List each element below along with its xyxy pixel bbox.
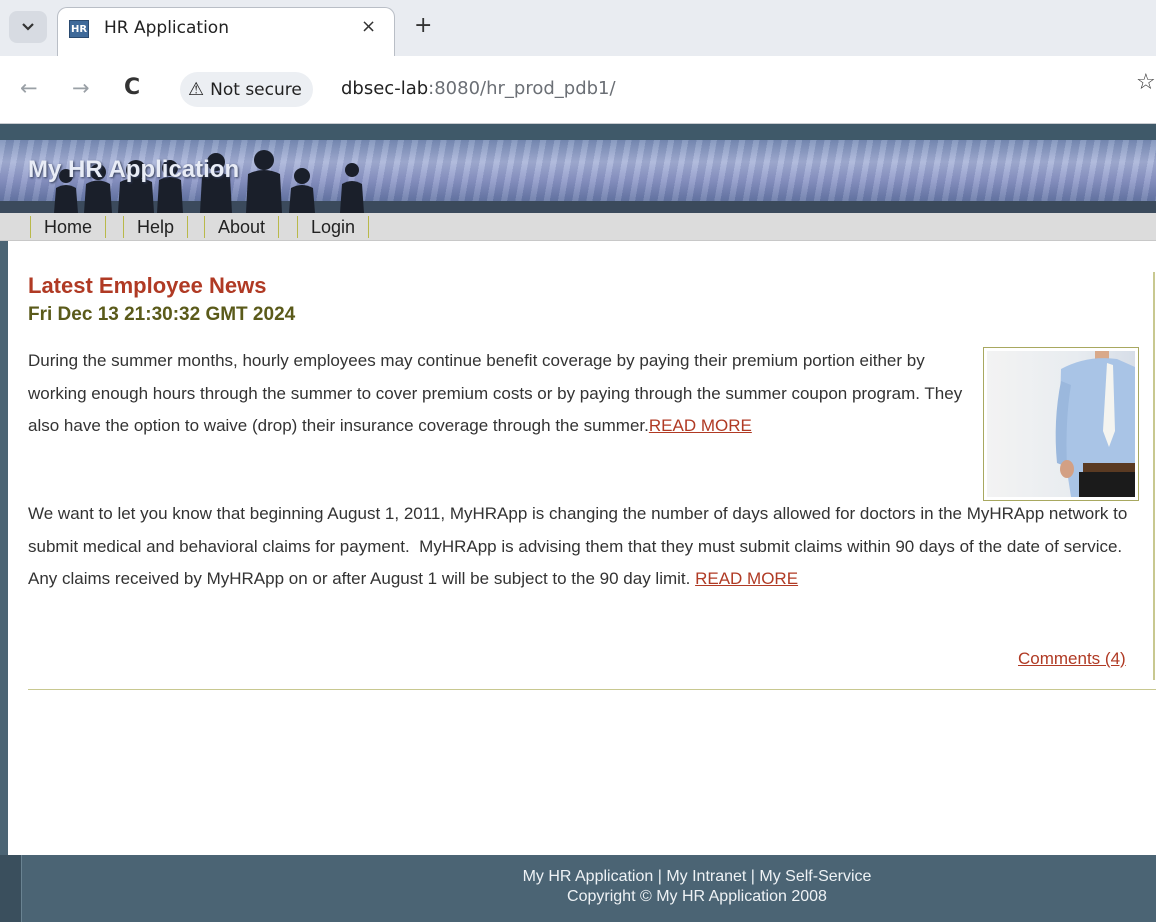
footer-copyright: Copyright © My HR Application 2008 (567, 888, 827, 905)
close-tab-icon[interactable]: × (361, 16, 376, 37)
new-tab-button[interactable]: + (414, 12, 432, 40)
hr-favicon-icon: HR (69, 20, 89, 38)
address-bar[interactable]: ⚠ Not secure dbsec-lab:8080/hr_prod_pdb1… (173, 66, 1156, 113)
tab-search-button[interactable] (9, 11, 47, 43)
security-label: Not secure (210, 79, 302, 100)
main-content: Latest Employee News Fri Dec 13 21:30:32… (8, 241, 1156, 855)
news-paragraph-2-text: We want to let you know that beginning A… (28, 504, 1133, 589)
news-paragraph-2: We want to let you know that beginning A… (28, 498, 1128, 596)
read-more-link-1[interactable]: READ MORE (649, 416, 752, 435)
banner-title: My HR Application (28, 156, 240, 183)
news-paragraph-1: During the summer months, hourly employe… (28, 345, 966, 443)
site-footer: My HR Application | My Intranet | My Sel… (0, 855, 1156, 922)
bookmark-star-icon[interactable]: ☆ (1136, 70, 1156, 95)
menu-item-home[interactable]: Home (30, 216, 107, 238)
menu-item-about[interactable]: About (204, 216, 280, 238)
url-host: dbsec-lab (341, 78, 429, 99)
forward-arrow-icon[interactable]: → (72, 76, 90, 100)
footer-links[interactable]: My HR Application | My Intranet | My Sel… (0, 868, 1156, 886)
browser-tab[interactable]: HR HR Application × (57, 7, 395, 56)
back-arrow-icon[interactable]: ← (20, 76, 38, 100)
read-more-link-2[interactable]: READ MORE (695, 569, 798, 588)
url-text[interactable]: dbsec-lab:8080/hr_prod_pdb1/ (341, 78, 616, 99)
menu-item-help[interactable]: Help (123, 216, 189, 238)
comments-link[interactable]: Comments (4) (1018, 649, 1126, 669)
chevron-down-icon (22, 23, 34, 31)
site-banner: My HR Application (0, 140, 1156, 213)
page-top-bar (0, 124, 1156, 140)
news-photo (983, 347, 1139, 501)
businessman-figure-icon (1055, 351, 1135, 497)
content-right-border (1153, 272, 1155, 680)
main-menu: Home Help About Login (0, 213, 1156, 241)
businessman-photo (987, 351, 1135, 497)
content-bottom-divider (28, 689, 1156, 690)
browser-tab-strip: HR HR Application × + (0, 0, 1156, 56)
warning-icon: ⚠ (188, 79, 205, 100)
menu-item-login[interactable]: Login (297, 216, 370, 238)
reload-icon[interactable]: C (124, 76, 140, 100)
browser-toolbar: ← → C ⚠ Not secure dbsec-lab:8080/hr_pro… (0, 56, 1156, 124)
news-title: Latest Employee News (28, 273, 267, 298)
tab-title: HR Application (104, 18, 229, 38)
news-date: Fri Dec 13 21:30:32 GMT 2024 (28, 304, 296, 325)
url-path: :8080/hr_prod_pdb1/ (428, 78, 616, 99)
security-indicator[interactable]: ⚠ Not secure (180, 72, 313, 107)
news-paragraph-1-text: During the summer months, hourly employe… (28, 351, 963, 436)
